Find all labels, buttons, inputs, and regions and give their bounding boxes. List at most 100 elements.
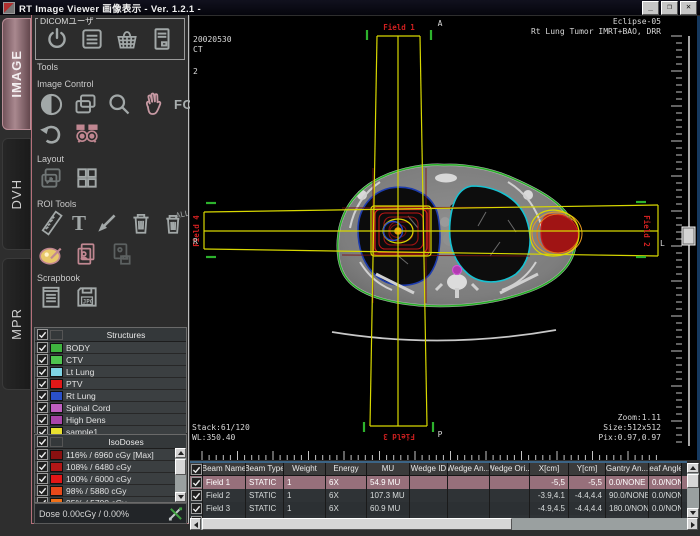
basket-icon[interactable] xyxy=(114,26,140,52)
structure-row[interactable]: BODY xyxy=(35,342,186,354)
copy-roi-icon[interactable] xyxy=(73,241,99,267)
beam-table: Beam NameBeam TypeWeightEnergyMUWedge ID… xyxy=(190,461,687,520)
report-icon[interactable] xyxy=(38,284,64,310)
tab-image[interactable]: IMAGE xyxy=(2,18,31,130)
zoom-icon[interactable] xyxy=(106,91,133,118)
structure-row[interactable]: High Dens xyxy=(35,414,186,426)
beam-checkbox[interactable] xyxy=(191,477,202,488)
beam-table-hscrollbar[interactable] xyxy=(190,518,698,530)
undo-icon[interactable] xyxy=(38,121,64,147)
delete-roi-icon[interactable] xyxy=(128,210,154,236)
isodose-visibility-checkbox[interactable] xyxy=(37,461,48,472)
beam-col-header[interactable]: Gantry An... xyxy=(606,463,649,476)
scroll-up-button[interactable] xyxy=(175,448,186,458)
structure-visibility-checkbox[interactable] xyxy=(37,414,48,425)
scroll-down-button[interactable] xyxy=(687,508,699,518)
bottom-ruler xyxy=(202,451,656,460)
ruler-icon[interactable] xyxy=(38,210,64,236)
rt-image-viewer-window: RT Image Viewer 画像表示 - Ver. 1.2.1 - _ ❐ … xyxy=(0,0,700,536)
scroll-thumb[interactable] xyxy=(202,518,512,530)
tab-dvh[interactable]: DVH xyxy=(2,138,31,250)
tab-mpr[interactable]: MPR xyxy=(2,258,31,390)
scroll-left-button[interactable] xyxy=(190,518,201,530)
isodose-visibility-checkbox[interactable] xyxy=(37,449,48,460)
structure-row[interactable]: PTV xyxy=(35,378,186,390)
isodose-visibility-checkbox[interactable] xyxy=(37,473,48,484)
structure-name: Rt Lung xyxy=(66,391,96,401)
structure-visibility-checkbox[interactable] xyxy=(37,366,48,377)
beam-row[interactable]: Field 3STATIC16X60.9 MU-4.9,4.5-4.4,4.41… xyxy=(190,502,687,515)
beam-row[interactable]: Field 2STATIC16X107.3 MU-3.9,4.1-4.4,4.4… xyxy=(190,489,687,502)
text-tool-icon[interactable]: T xyxy=(72,212,86,234)
zoom-readout: Zoom:1.11 xyxy=(618,413,662,422)
isodose-row[interactable]: 98% / 5880 cGy xyxy=(35,485,175,497)
beam-cell: 0.0/NONE xyxy=(649,489,682,502)
pan-hand-icon[interactable] xyxy=(140,91,167,118)
scroll-right-button[interactable] xyxy=(687,518,698,530)
minimize-button[interactable]: _ xyxy=(642,1,659,15)
beam-col-header[interactable]: Energy xyxy=(326,463,367,476)
beam-cell: -4.9,4.5 xyxy=(530,502,569,515)
scroll-thumb[interactable] xyxy=(687,474,699,488)
beam-col-header[interactable]: Leaf Angle. xyxy=(649,463,682,476)
beam-row[interactable]: Field 1STATIC16X54.9 MU-5,5-5,50.0/NONE0… xyxy=(190,476,687,489)
structure-row[interactable]: Lt Lung xyxy=(35,366,186,378)
beam-col-header[interactable]: Beam Type xyxy=(246,463,284,476)
contrast-icon[interactable] xyxy=(38,91,65,118)
beam-col-header[interactable]: Beam Name xyxy=(203,463,246,476)
scroll-thumb[interactable] xyxy=(175,459,186,475)
power-icon[interactable] xyxy=(44,26,70,52)
beam-cell: STATIC xyxy=(246,502,284,515)
arrow-tool-icon[interactable] xyxy=(94,210,120,236)
structure-visibility-checkbox[interactable] xyxy=(37,402,48,413)
isodose-visibility-checkbox[interactable] xyxy=(37,485,48,496)
image-stack-icon[interactable] xyxy=(72,91,99,118)
isodoses-scrollbar[interactable] xyxy=(175,448,186,502)
ct-viewport[interactable]: Field 1 Field 2 Field 3 Field 4 20020530… xyxy=(190,16,697,460)
dose-tools-icon[interactable] xyxy=(168,506,183,521)
scroll-up-button[interactable] xyxy=(687,463,699,473)
server-icon[interactable] xyxy=(149,26,175,52)
isodose-color-swatch xyxy=(50,462,63,472)
beam-col-header[interactable]: Y[cm] xyxy=(569,463,606,476)
beam-col-header[interactable]: X[cm] xyxy=(530,463,569,476)
beam-col-header[interactable]: Wedge ID xyxy=(410,463,448,476)
beam-col-header[interactable]: Wedge An... xyxy=(448,463,490,476)
beam-table-vscrollbar[interactable] xyxy=(687,463,699,518)
beam-col-header[interactable]: Wedge Ori... xyxy=(490,463,530,476)
beam-all-checkbox[interactable] xyxy=(191,464,202,475)
scroll-down-button[interactable] xyxy=(175,492,186,502)
structure-row[interactable]: CTV xyxy=(35,354,186,366)
delete-all-roi-icon[interactable]: ALL xyxy=(162,210,188,236)
close-button[interactable]: ✕ xyxy=(680,1,697,15)
structure-visibility-checkbox[interactable] xyxy=(37,342,48,353)
isodose-row[interactable]: 108% / 6480 cGy xyxy=(35,461,175,473)
beam-checkbox[interactable] xyxy=(191,503,202,514)
structure-row[interactable]: Rt Lung xyxy=(35,390,186,402)
paste-roi-icon[interactable] xyxy=(108,241,134,267)
beam-col-header[interactable]: MU xyxy=(367,463,410,476)
isodose-row[interactable]: 100% / 6000 cGy xyxy=(35,473,175,485)
isodose-row[interactable]: 116% / 6960 cGy [Max] xyxy=(35,449,175,461)
structure-name: PTV xyxy=(66,379,83,389)
slice-slider-thumb[interactable] xyxy=(682,227,695,245)
maximize-button[interactable]: ❐ xyxy=(661,1,678,15)
structures-all-checkbox[interactable] xyxy=(37,329,48,340)
window-level-reset-icon[interactable] xyxy=(74,121,100,147)
structure-visibility-checkbox[interactable] xyxy=(37,390,48,401)
slice-slider[interactable] xyxy=(682,36,695,446)
save-jpg-icon[interactable]: JPG xyxy=(74,284,100,310)
dose-status-bar: Dose 0.00cGy / 0.00% xyxy=(34,503,187,524)
structure-color-swatch xyxy=(50,379,63,389)
structure-row[interactable]: Spinal Cord xyxy=(35,402,186,414)
beam-col-header[interactable]: Weight xyxy=(284,463,326,476)
structure-visibility-checkbox[interactable] xyxy=(37,354,48,365)
beam-cell xyxy=(490,502,530,515)
structure-visibility-checkbox[interactable] xyxy=(37,378,48,389)
beam-checkbox[interactable] xyxy=(191,490,202,501)
palette-icon[interactable] xyxy=(38,241,64,267)
worklist-icon[interactable] xyxy=(79,26,105,52)
layout-stack-icon[interactable] xyxy=(38,165,64,191)
layout-grid-icon[interactable] xyxy=(74,165,100,191)
isodoses-all-checkbox[interactable] xyxy=(37,436,48,447)
